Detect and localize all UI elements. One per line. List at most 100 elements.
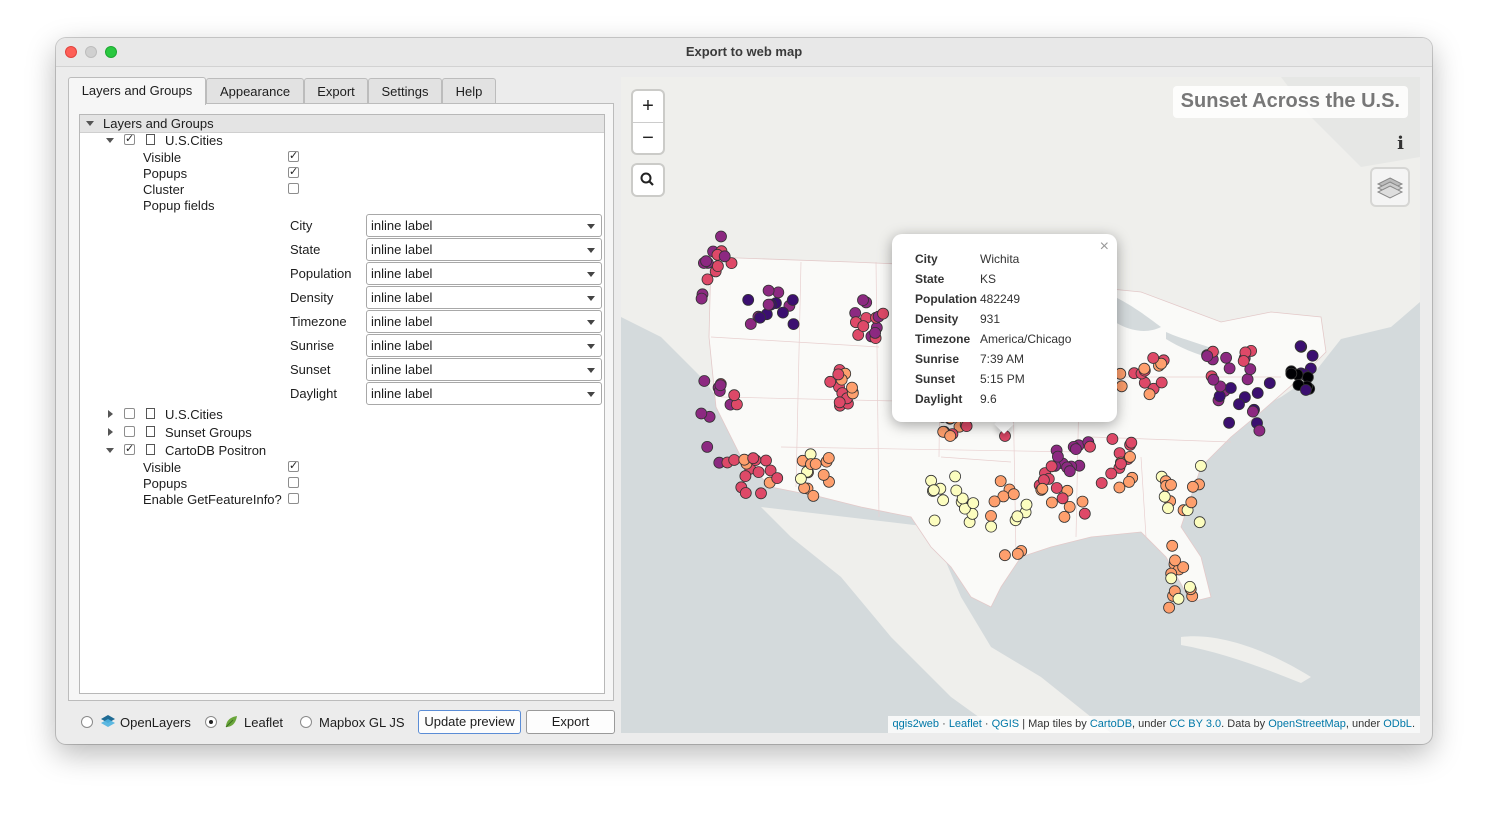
city-marker[interactable] xyxy=(1300,384,1312,396)
city-marker[interactable] xyxy=(1105,467,1118,480)
ccby-link[interactable]: CC BY 3.0 xyxy=(1169,718,1221,730)
city-marker[interactable] xyxy=(950,484,963,497)
city-marker[interactable] xyxy=(1306,349,1319,362)
city-marker[interactable] xyxy=(1078,507,1091,520)
city-marker[interactable] xyxy=(988,495,1001,508)
city-marker[interactable] xyxy=(1095,477,1108,489)
tab-settings[interactable]: Settings xyxy=(368,78,442,104)
city-marker[interactable] xyxy=(1007,488,1020,501)
city-marker[interactable] xyxy=(1163,601,1175,614)
city-marker[interactable] xyxy=(857,294,869,307)
layers-control-button[interactable] xyxy=(1372,169,1408,205)
city-marker[interactable] xyxy=(1162,502,1174,515)
zoom-out-button[interactable]: − xyxy=(633,123,663,154)
export-button[interactable]: Export xyxy=(526,710,615,734)
city-marker[interactable] xyxy=(857,320,870,333)
city-marker[interactable] xyxy=(928,514,941,527)
city-marker[interactable] xyxy=(877,307,890,320)
field-population-combo[interactable]: inline label xyxy=(366,262,602,285)
odbl-link[interactable]: ODbL xyxy=(1383,718,1412,730)
city-marker[interactable] xyxy=(1224,382,1237,394)
city-marker[interactable] xyxy=(701,273,714,286)
city-marker[interactable] xyxy=(695,292,708,305)
city-marker[interactable] xyxy=(1193,516,1206,529)
city-marker[interactable] xyxy=(1069,443,1082,456)
city-marker[interactable] xyxy=(695,407,708,420)
layer1-expand-arrow-icon[interactable] xyxy=(106,138,114,143)
city-marker[interactable] xyxy=(700,255,712,268)
city-marker[interactable] xyxy=(712,260,724,273)
layer3-expand-arrow-icon[interactable] xyxy=(108,428,113,436)
city-marker[interactable] xyxy=(1285,367,1298,380)
maximize-window-button[interactable] xyxy=(105,46,117,58)
city-marker[interactable] xyxy=(1201,350,1214,363)
layer1-visible-checkbox[interactable]: ✓ xyxy=(288,151,299,162)
tab-help[interactable]: Help xyxy=(442,78,496,104)
info-icon[interactable]: i xyxy=(1397,133,1404,154)
field-timezone-combo[interactable]: inline label xyxy=(366,310,602,333)
qgis-link[interactable]: QGIS xyxy=(992,718,1020,730)
city-marker[interactable] xyxy=(1114,457,1127,470)
popup-close-icon[interactable]: × xyxy=(1100,238,1109,256)
layer4-checkbox[interactable]: ✓ xyxy=(124,444,135,455)
layer4-visible-checkbox[interactable]: ✓ xyxy=(288,461,299,472)
city-marker[interactable] xyxy=(787,318,800,331)
osm-link[interactable]: OpenStreetMap xyxy=(1268,718,1346,730)
city-marker[interactable] xyxy=(809,458,822,470)
field-daylight-combo[interactable]: inline label xyxy=(366,382,602,405)
city-marker[interactable] xyxy=(1147,352,1160,364)
zoom-in-button[interactable]: + xyxy=(633,91,663,123)
city-marker[interactable] xyxy=(1084,440,1096,453)
city-marker[interactable] xyxy=(762,284,775,297)
close-window-button[interactable] xyxy=(65,46,77,58)
city-marker[interactable] xyxy=(994,475,1007,488)
city-marker[interactable] xyxy=(1233,398,1245,411)
city-marker[interactable] xyxy=(927,484,940,497)
city-marker[interactable] xyxy=(771,472,784,485)
mapbox-radio[interactable] xyxy=(300,716,312,728)
city-marker[interactable] xyxy=(715,230,727,243)
city-marker[interactable] xyxy=(833,396,846,409)
city-marker[interactable] xyxy=(1155,376,1168,389)
qgis2web-link[interactable]: qgis2web xyxy=(893,718,939,730)
layer1-popups-checkbox[interactable]: ✓ xyxy=(288,167,299,178)
layer1-checkbox[interactable]: ✓ xyxy=(124,134,135,145)
leaflet-radio[interactable] xyxy=(205,716,217,728)
city-marker[interactable] xyxy=(794,472,807,485)
city-marker[interactable] xyxy=(1020,498,1033,511)
city-marker[interactable] xyxy=(1169,554,1181,567)
city-marker[interactable] xyxy=(937,494,950,507)
city-marker[interactable] xyxy=(967,497,980,510)
city-marker[interactable] xyxy=(1237,355,1250,367)
city-marker[interactable] xyxy=(1247,405,1259,418)
field-city-combo[interactable]: inline label xyxy=(366,214,602,237)
city-marker[interactable] xyxy=(728,454,741,466)
city-marker[interactable] xyxy=(1253,424,1266,437)
city-marker[interactable] xyxy=(1220,351,1232,364)
city-marker[interactable] xyxy=(1036,482,1049,495)
city-marker[interactable] xyxy=(985,520,998,533)
city-marker[interactable] xyxy=(762,298,775,311)
city-marker[interactable] xyxy=(1195,459,1207,472)
map-preview[interactable]: + − Sunset Across the U.S. i × City Wich… xyxy=(621,77,1420,733)
city-marker[interactable] xyxy=(822,452,835,464)
field-sunset-combo[interactable]: inline label xyxy=(366,358,602,381)
minimize-window-button[interactable] xyxy=(85,46,97,58)
city-marker[interactable] xyxy=(960,420,973,433)
city-marker[interactable] xyxy=(752,466,765,479)
openlayers-radio[interactable] xyxy=(81,716,93,728)
city-marker[interactable] xyxy=(1011,510,1024,523)
city-marker[interactable] xyxy=(714,379,727,392)
city-marker[interactable] xyxy=(1123,475,1135,488)
city-marker[interactable] xyxy=(817,468,830,481)
layer2-expand-arrow-icon[interactable] xyxy=(108,410,113,418)
search-button[interactable] xyxy=(633,165,663,195)
city-marker[interactable] xyxy=(832,368,845,381)
city-marker[interactable] xyxy=(1223,362,1236,375)
layer4-expand-arrow-icon[interactable] xyxy=(106,448,114,453)
city-marker[interactable] xyxy=(1058,510,1071,523)
city-marker[interactable] xyxy=(728,389,741,402)
city-marker[interactable] xyxy=(1166,539,1179,552)
city-marker[interactable] xyxy=(807,489,820,502)
city-marker[interactable] xyxy=(1165,572,1178,585)
